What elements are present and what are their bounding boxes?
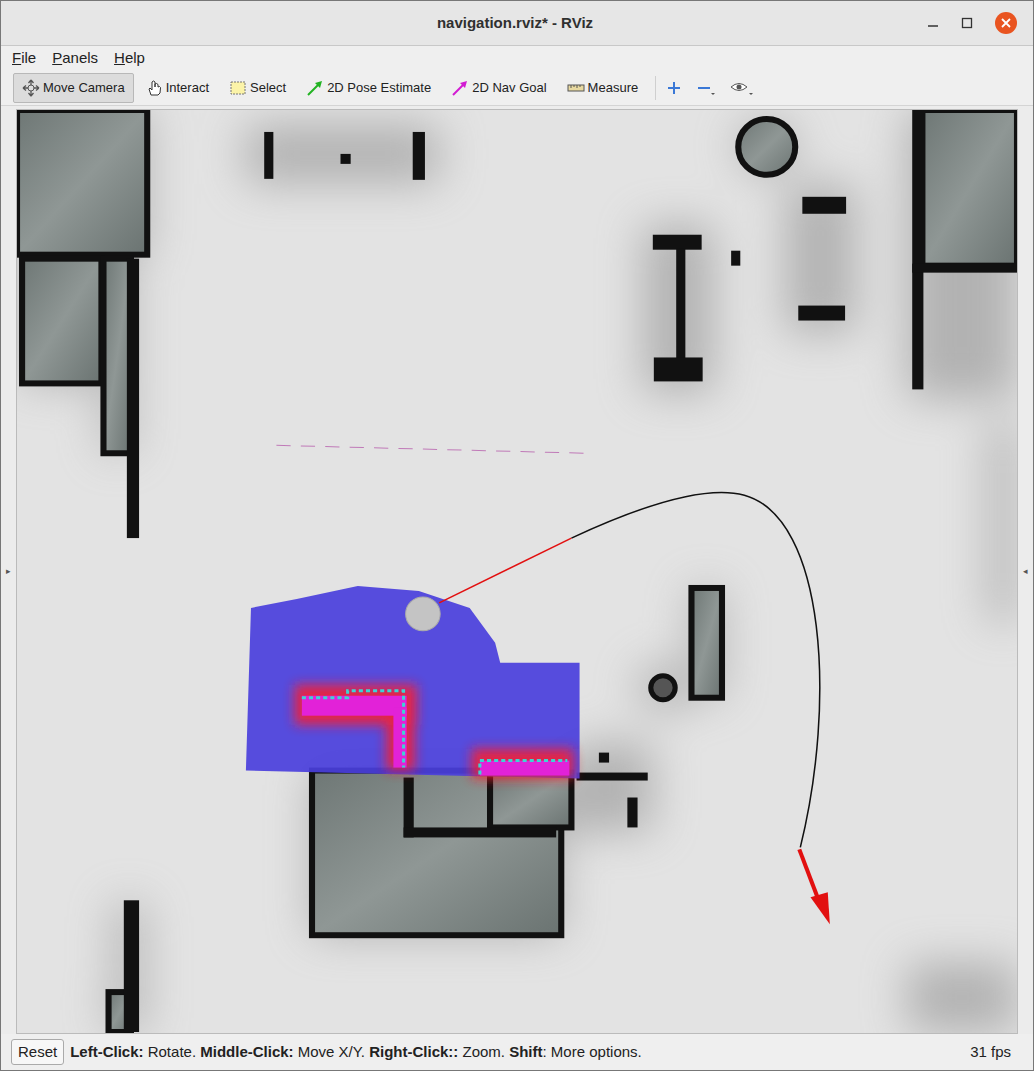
fps-counter: 31 fps (970, 1041, 1023, 1064)
status-hint: Left-Click: Rotate. Middle-Click: Move X… (70, 1041, 964, 1064)
menu-item[interactable]: File (11, 47, 37, 70)
reset-button[interactable]: Reset (11, 1039, 64, 1066)
tool-button[interactable]: Measure (558, 73, 648, 103)
menu-bar: File Panels Help (1, 46, 1033, 70)
toolbar-separator (655, 76, 656, 100)
rviz-window: navigation.rviz* - RVizFilePanelsHelpMov… (0, 0, 1034, 1071)
main-area: ▸◂ (1, 109, 1033, 1034)
status-bar: Reset Left-Click: Rotate. Middle-Click: M… (1, 1034, 1033, 1070)
eye-icon[interactable] (730, 80, 754, 96)
title-bar[interactable]: navigation.rviz* - RViz (1, 1, 1033, 46)
tool-button[interactable]: 2D Nav Goal (442, 73, 555, 103)
tool-button[interactable]: 2D Pose Estimate (297, 73, 440, 103)
render-panel[interactable] (16, 109, 1018, 1034)
tool-button[interactable]: Interact (136, 73, 218, 103)
minimize-icon[interactable] (927, 17, 939, 29)
remove-tool-icon[interactable] (696, 80, 716, 96)
ruler-icon (567, 79, 585, 97)
pose-arrow-icon (306, 79, 324, 97)
close-icon[interactable] (995, 12, 1017, 34)
window-title: navigation.rviz* - RViz (437, 12, 593, 35)
right-panel-toggle[interactable]: ◂ (1018, 109, 1033, 1034)
add-tool-icon[interactable] (666, 80, 682, 96)
hand-icon (145, 79, 163, 97)
goal-arrow-icon (451, 79, 469, 97)
left-panel-toggle[interactable]: ▸ (1, 109, 16, 1034)
tool-button[interactable]: Select (220, 73, 295, 103)
toolbar: Move CameraInteractSelect2D Pose Estimat… (1, 70, 1033, 106)
menu-item[interactable]: Panels (51, 47, 99, 70)
map-canvas[interactable] (17, 110, 1017, 1033)
select-icon (229, 79, 247, 97)
menu-item[interactable]: Help (113, 47, 146, 70)
move-camera-icon (22, 79, 40, 97)
tool-button[interactable]: Move Camera (13, 73, 134, 103)
maximize-icon[interactable] (961, 17, 973, 29)
